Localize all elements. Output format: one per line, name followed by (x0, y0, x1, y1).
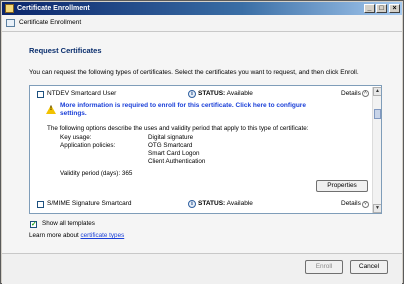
scrollbar-thumb[interactable] (374, 109, 381, 119)
title-bar[interactable]: Certificate Enrollment _ □ × (2, 2, 402, 15)
minimize-button[interactable]: _ (364, 4, 375, 13)
vertical-scrollbar[interactable]: ▲ ▼ (372, 87, 381, 213)
warning-line-2[interactable]: settings. (60, 110, 306, 118)
policy-item: OTG Smartcard (148, 142, 193, 149)
details-link[interactable]: Details (341, 90, 361, 97)
policy-item: Client Authentication (148, 158, 206, 165)
ntdev-smartcard-checkbox[interactable] (37, 91, 44, 98)
validity-label: Validity period (days): (60, 170, 121, 177)
status-label: STATUS: (198, 90, 226, 97)
wizard-content: Request Certificates You can request the… (2, 32, 402, 253)
wizard-header: Certificate Enrollment (2, 15, 402, 32)
chevron-up-icon[interactable]: ˄ (362, 90, 369, 97)
info-icon: i (188, 90, 196, 98)
details-link[interactable]: Details (341, 200, 361, 207)
scroll-up-arrow-icon[interactable]: ▲ (373, 87, 381, 96)
status-value: Available (226, 90, 253, 97)
learn-more-text: Learn more about certificate types (29, 232, 124, 240)
show-all-templates-checkbox[interactable] (30, 220, 37, 228)
properties-button[interactable]: Properties (316, 180, 368, 192)
close-button[interactable]: × (389, 4, 400, 13)
certificate-enrollment-window: Certificate Enrollment _ □ × Certificate… (0, 0, 404, 284)
enroll-button[interactable]: Enroll (305, 260, 343, 274)
application-policies-label: Application policies: (60, 142, 116, 149)
certificate-name: S/MIME Signature Smartcard (47, 200, 132, 207)
status-text: STATUS: Available (198, 90, 253, 97)
page-title: Request Certificates (29, 46, 102, 55)
certificate-name: NTDEV Smartcard User (47, 90, 117, 97)
footer-bar: Enroll Cancel (2, 253, 402, 284)
description-text: The following options describe the uses … (47, 125, 309, 132)
show-all-templates-label[interactable]: Show all templates (42, 220, 95, 228)
wizard-title: Certificate Enrollment (19, 19, 82, 26)
info-icon: i (188, 200, 196, 208)
configure-settings-link[interactable]: More information is required to enroll f… (60, 102, 306, 118)
certificate-icon (6, 19, 15, 27)
scroll-down-arrow-icon[interactable]: ▼ (373, 204, 381, 213)
window-title: Certificate Enrollment (17, 5, 90, 12)
status-label: STATUS: (198, 200, 226, 207)
intro-text: You can request the following types of c… (29, 69, 359, 76)
validity-value: 365 (121, 170, 133, 177)
key-usage-value: Digital signature (148, 134, 194, 141)
chevron-down-icon[interactable]: ˅ (362, 201, 369, 208)
certificate-types-link[interactable]: certificate types (80, 232, 124, 239)
cancel-button[interactable]: Cancel (350, 260, 388, 274)
maximize-button[interactable]: □ (376, 4, 387, 13)
learn-more-prefix: Learn more about (29, 232, 81, 239)
validity-period-label: Validity period (days): 365 (60, 170, 132, 178)
warning-icon: ! (46, 105, 56, 114)
status-value: Available (226, 200, 253, 207)
warning-line-1[interactable]: More information is required to enroll f… (60, 102, 306, 110)
smime-signature-checkbox[interactable] (37, 201, 44, 208)
status-text: STATUS: Available (198, 200, 253, 207)
certificate-list[interactable]: NTDEV Smartcard User i STATUS: Available… (29, 85, 382, 214)
certificate-app-icon (5, 4, 14, 13)
policy-item: Smart Card Logon (148, 150, 200, 157)
key-usage-label: Key usage: (60, 134, 92, 141)
